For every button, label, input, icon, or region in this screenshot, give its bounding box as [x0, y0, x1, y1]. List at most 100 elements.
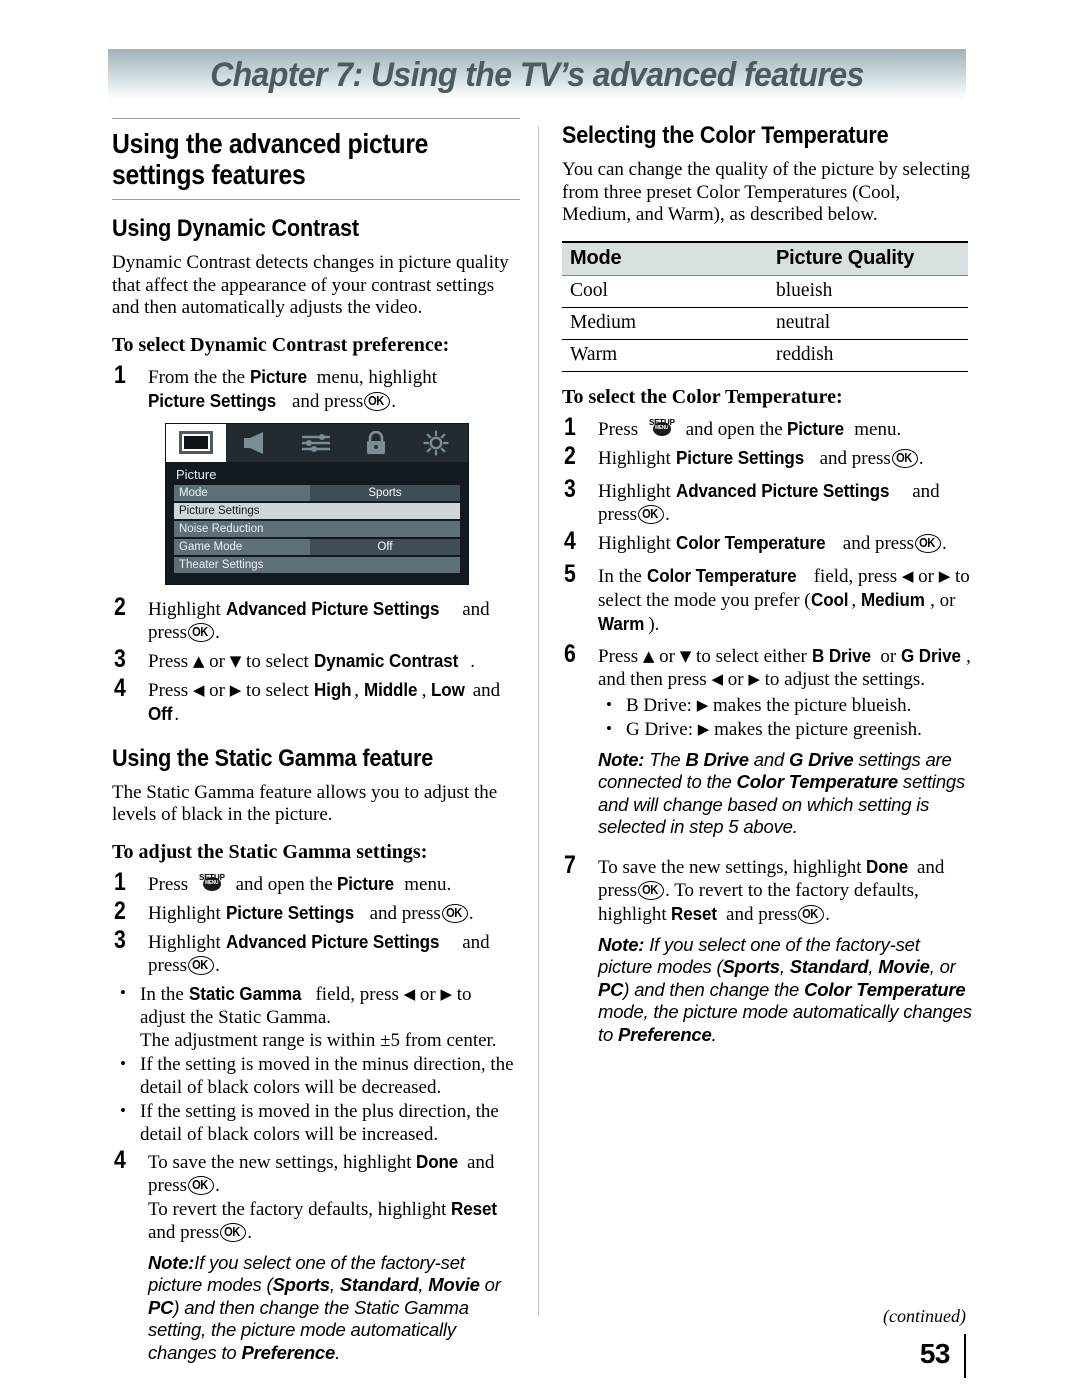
arrow-right-icon: ▶ [697, 719, 710, 738]
ui-term: Advanced Picture Settings [675, 479, 889, 501]
step-text-part: To save the new settings, highlight [148, 1151, 412, 1173]
step-text-part: or [209, 679, 225, 701]
table-cell-quality: blueish [768, 275, 968, 308]
step-text: Press ◀ or ▶ to select High, Middle, Low… [148, 678, 501, 725]
step-text-part: and press [842, 532, 915, 554]
step-item: 2 Highlight Picture Settings and press OK… [112, 898, 520, 925]
step-item: 1 Press SETUP MENU and open the Picture … [112, 869, 520, 896]
tv-menu-row-noise-reduction[interactable]: Noise Reduction [174, 520, 460, 537]
step-number: 2 [114, 592, 126, 621]
rule-above-section-title [112, 118, 520, 119]
arrow-left-icon: ◀ [403, 984, 416, 1003]
note-label: Note: [148, 1251, 195, 1273]
ui-term: Dynamic Contrast [313, 649, 458, 671]
ui-term: Picture [787, 417, 845, 439]
note-part: . [335, 1341, 341, 1363]
ok-button-icon: OK [441, 903, 468, 923]
ui-term: Static Gamma [188, 982, 302, 1004]
step-item: 2 Highlight Advanced Picture Settings an… [112, 592, 520, 644]
step-text-part: Press [598, 645, 639, 667]
step-text: Press ▲ or ▼ to select Dynamic Contrast. [148, 649, 476, 672]
arrow-right-icon: ▶ [440, 984, 453, 1003]
dynamic-contrast-intro: Dynamic Contrast detects changes in pict… [112, 252, 509, 318]
color-temperature-table: Mode Picture Quality Cool blueish Medium… [562, 241, 968, 372]
bullet-text-part: B Drive: [626, 694, 692, 716]
table-row: Warm reddish [562, 339, 968, 372]
step-text-part: and press [292, 390, 364, 412]
static-gamma-bullets: In the Static Gamma field, press ◀ or ▶ … [112, 981, 520, 1146]
step-text: From the the Picture menu, highlight Pic… [148, 365, 437, 412]
ui-term: Picture Settings [675, 446, 804, 468]
task-color-temperature: To select the Color Temperature: [562, 385, 843, 408]
tv-menu-row-game-mode[interactable]: Game Mode Off [174, 538, 460, 555]
step-text: Highlight Picture Settings and press OK. [598, 446, 924, 469]
step-text-part: Press [148, 873, 189, 895]
step-text-part: menu, highlight [316, 366, 437, 388]
note-part: , [868, 956, 879, 977]
note-part: and [748, 748, 789, 770]
step-text: To save the new settings, highlight Done… [598, 855, 945, 925]
ui-term: Sports [722, 956, 781, 977]
step-number: 3 [114, 925, 126, 954]
step-text: To save the new settings, highlight Done… [148, 1150, 498, 1243]
ok-button-icon: OK [798, 904, 825, 924]
step-item: 2 Highlight Picture Settings and press OK… [562, 441, 972, 470]
step-text-part: In the [598, 565, 642, 587]
ok-button-icon: OK [188, 1175, 215, 1195]
arrow-down-icon: ▼ [229, 651, 242, 670]
ok-button-icon: OK [638, 880, 665, 900]
ui-term: PC [598, 978, 624, 1000]
tv-row-value: Off [310, 538, 460, 555]
ui-term: Reset [451, 1197, 498, 1219]
ok-button-icon: OK [188, 622, 215, 642]
ui-term: Done [866, 855, 909, 877]
ui-term: Movie [878, 956, 930, 977]
tv-menu-icon-bar [166, 423, 468, 462]
note-part: , [779, 956, 790, 977]
step-number: 1 [114, 360, 126, 389]
list-item: If the setting is moved in the minus dir… [112, 1052, 520, 1099]
step-text-part: menu. [404, 873, 452, 895]
step-text: In the Color Temperature field, press ◀ … [598, 564, 972, 636]
ui-term: Advanced Picture Settings [225, 597, 439, 619]
column-divider [538, 126, 539, 1316]
arrow-right-icon: ▶ [748, 669, 760, 688]
step-text-part: or [880, 645, 897, 667]
step-text-part: or [209, 650, 225, 672]
step-text-part: Highlight [598, 447, 671, 469]
ui-term: Color Temperature [675, 531, 826, 553]
ui-term: Low [431, 678, 466, 700]
ui-term: Sports [272, 1274, 331, 1295]
note-label: Note: [598, 933, 645, 955]
step-text-part: and press [148, 1221, 220, 1243]
step-text-part: or [918, 565, 934, 587]
note-part: , [418, 1274, 429, 1295]
ok-button-icon: OK [364, 391, 391, 411]
bullet-text-part: G Drive: [626, 718, 694, 740]
step-text-part: and press [726, 903, 798, 925]
ui-term: Advanced Picture Settings [225, 930, 439, 952]
step-number: 2 [564, 441, 576, 470]
ui-term: Standard [789, 956, 869, 977]
tv-menu-row-picture-settings[interactable]: Picture Settings [174, 502, 460, 519]
note-picture-mode: Note: If you select one of the factory-s… [598, 934, 972, 1047]
tv-menu-row-theater-settings[interactable]: Theater Settings [174, 556, 460, 573]
heading-color-temperature: Selecting the Color Temperature [562, 122, 889, 149]
arrow-right-icon: ▶ [229, 680, 242, 699]
table-header-mode: Mode [562, 241, 768, 275]
table-cell-quality: neutral [768, 307, 968, 340]
tv-menu-row-mode[interactable]: Mode Sports [174, 484, 460, 501]
ui-term: Picture Settings [148, 389, 277, 411]
arrow-up-icon: ▲ [192, 651, 205, 670]
step-item: 7 To save the new settings, highlight Do… [562, 852, 972, 1047]
step-item: 6 Press ▲ or ▼ to select either B Drive … [562, 641, 972, 839]
drive-bullets: B Drive: ▶ makes the picture blueish. G … [598, 693, 972, 741]
tv-row-label: Picture Settings [174, 502, 460, 519]
ui-term: Standard [339, 1274, 419, 1295]
step-number: 5 [564, 559, 576, 588]
ui-term: Reset [671, 902, 718, 924]
step-item: 3 Press ▲ or ▼ to select Dynamic Contras… [112, 646, 520, 673]
bullet-text-part: makes the picture greenish. [714, 718, 922, 740]
ui-term: Movie [428, 1274, 480, 1295]
step-text-part: and press [369, 902, 441, 924]
